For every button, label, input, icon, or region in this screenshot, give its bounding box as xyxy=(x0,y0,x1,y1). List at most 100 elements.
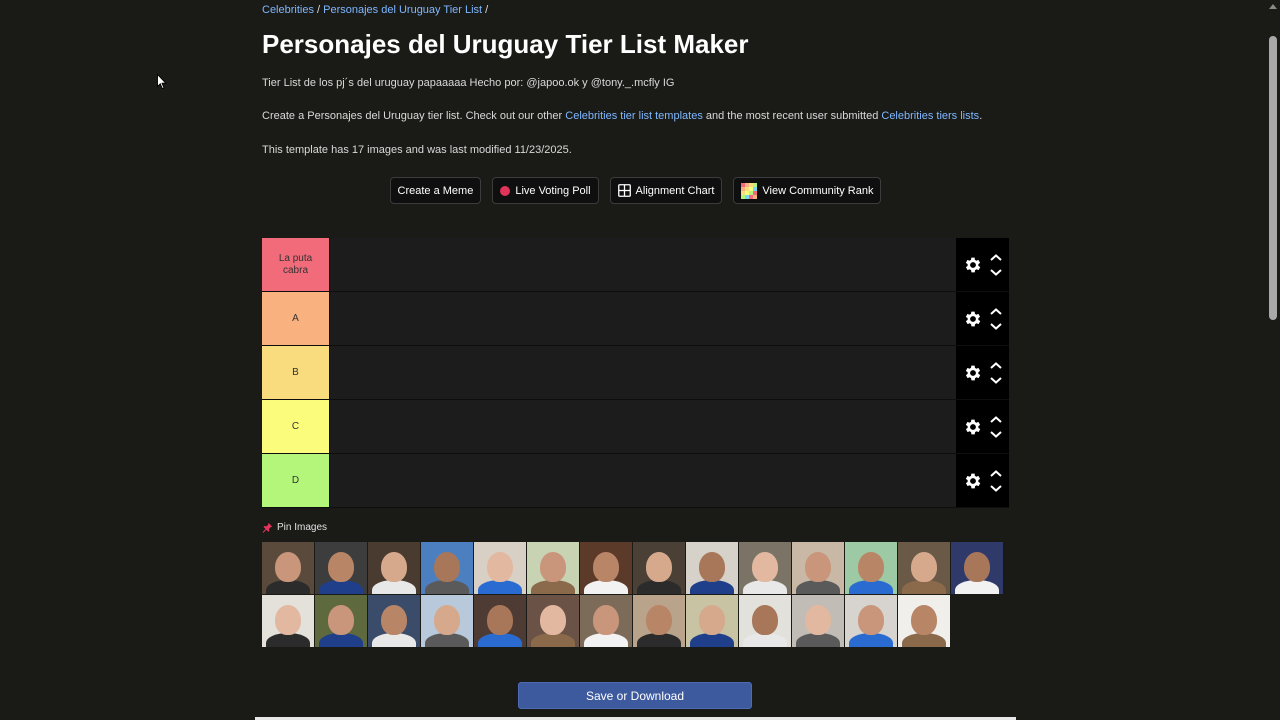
pin-images-toggle[interactable]: Pin Images xyxy=(262,522,327,533)
photo-shape xyxy=(699,605,725,635)
photo-shape xyxy=(796,633,840,647)
tier-move-arrows xyxy=(989,361,1003,385)
photo-shape xyxy=(902,633,946,647)
pool-image[interactable] xyxy=(580,595,632,647)
pool-image[interactable] xyxy=(474,542,526,594)
tier-label[interactable]: A xyxy=(262,292,329,345)
tier-drop-zone[interactable] xyxy=(329,400,956,453)
chevron-up-icon[interactable] xyxy=(989,307,1003,317)
tier-drop-zone[interactable] xyxy=(329,454,956,507)
photo-shape xyxy=(637,633,681,647)
photo-shape xyxy=(752,605,778,635)
tier-label[interactable]: D xyxy=(262,454,329,507)
view-community-rank-button[interactable]: View Community Rank xyxy=(733,177,882,204)
pin-images-label: Pin Images xyxy=(277,522,328,533)
tier-move-arrows xyxy=(989,469,1003,493)
scrollbar-thumb[interactable] xyxy=(1269,36,1277,320)
photo-shape xyxy=(478,633,522,647)
tier-drop-zone[interactable] xyxy=(329,292,956,345)
pool-image[interactable] xyxy=(368,595,420,647)
photo-shape xyxy=(381,605,407,635)
celebrities-tierlists-link[interactable]: Celebrities tiers lists xyxy=(881,110,979,122)
pool-image[interactable] xyxy=(633,542,685,594)
tier-drop-zone[interactable] xyxy=(329,346,956,399)
pool-image[interactable] xyxy=(951,542,1003,594)
gear-icon[interactable] xyxy=(963,417,983,437)
chevron-down-icon[interactable] xyxy=(989,321,1003,331)
pool-image[interactable] xyxy=(792,542,844,594)
pool-image[interactable] xyxy=(368,542,420,594)
pool-image[interactable] xyxy=(421,595,473,647)
photo-shape xyxy=(584,580,628,594)
live-voting-poll-button[interactable]: Live Voting Poll xyxy=(492,177,599,204)
photo-shape xyxy=(743,580,787,594)
chevron-up-icon[interactable] xyxy=(989,415,1003,425)
photo-shape xyxy=(319,633,363,647)
chevron-down-icon[interactable] xyxy=(989,483,1003,493)
chevron-up-icon[interactable] xyxy=(989,253,1003,263)
pool-image[interactable] xyxy=(527,542,579,594)
gear-icon[interactable] xyxy=(963,255,983,275)
pool-image[interactable] xyxy=(315,595,367,647)
photo-shape xyxy=(275,605,301,635)
photo-shape xyxy=(319,580,363,594)
pool-image[interactable] xyxy=(315,542,367,594)
pool-image[interactable] xyxy=(845,595,897,647)
tier-row: B xyxy=(262,346,1009,400)
alignment-chart-label: Alignment Chart xyxy=(635,184,715,197)
tier-label[interactable]: La puta cabra xyxy=(262,238,329,291)
photo-shape xyxy=(911,552,937,582)
live-voting-poll-label: Live Voting Poll xyxy=(515,184,591,197)
photo-shape xyxy=(593,552,619,582)
pool-image[interactable] xyxy=(580,542,632,594)
pool-image[interactable] xyxy=(739,542,791,594)
photo-shape xyxy=(425,580,469,594)
scroll-up-arrow-icon[interactable] xyxy=(1269,4,1277,9)
celebrities-templates-link[interactable]: Celebrities tier list templates xyxy=(565,110,703,122)
photo-shape xyxy=(328,552,354,582)
pool-image[interactable] xyxy=(421,542,473,594)
pool-image[interactable] xyxy=(845,542,897,594)
pool-image[interactable] xyxy=(633,595,685,647)
pool-image[interactable] xyxy=(898,542,950,594)
chevron-up-icon[interactable] xyxy=(989,469,1003,479)
tier-controls xyxy=(956,400,1009,453)
create-info-text: and the most recent user submitted xyxy=(702,110,882,122)
breadcrumb-tierlist-link[interactable]: Personajes del Uruguay Tier List xyxy=(323,4,482,16)
gear-icon[interactable] xyxy=(963,471,983,491)
chevron-up-icon[interactable] xyxy=(989,361,1003,371)
photo-shape xyxy=(425,633,469,647)
chevron-down-icon[interactable] xyxy=(989,267,1003,277)
photo-shape xyxy=(584,633,628,647)
breadcrumb-celebrities-link[interactable]: Celebrities xyxy=(262,4,314,16)
record-dot-icon xyxy=(500,185,511,196)
create-meme-button[interactable]: Create a Meme xyxy=(389,177,482,204)
page-description: Tier List de los pj´s del uruguay papaaa… xyxy=(262,77,675,89)
tier-drop-zone[interactable] xyxy=(329,238,956,291)
save-download-button[interactable]: Save or Download xyxy=(518,682,752,709)
pool-image[interactable] xyxy=(474,595,526,647)
pool-image[interactable] xyxy=(792,595,844,647)
scrollbar[interactable] xyxy=(1266,0,1280,720)
chevron-down-icon[interactable] xyxy=(989,375,1003,385)
alignment-chart-button[interactable]: Alignment Chart xyxy=(609,177,723,204)
chevron-down-icon[interactable] xyxy=(989,429,1003,439)
photo-shape xyxy=(646,552,672,582)
gear-icon[interactable] xyxy=(963,363,983,383)
tier-row: La puta cabra xyxy=(262,238,1009,292)
pool-image[interactable] xyxy=(686,595,738,647)
pool-image[interactable] xyxy=(527,595,579,647)
tier-row: D xyxy=(262,454,1009,508)
photo-shape xyxy=(381,552,407,582)
page-title: Personajes del Uruguay Tier List Maker xyxy=(262,29,749,59)
tier-label[interactable]: C xyxy=(262,400,329,453)
pool-image[interactable] xyxy=(898,595,950,647)
pool-image[interactable] xyxy=(686,542,738,594)
tier-label[interactable]: B xyxy=(262,346,329,399)
pool-image[interactable] xyxy=(262,542,314,594)
photo-shape xyxy=(531,633,575,647)
gear-icon[interactable] xyxy=(963,309,983,329)
pool-image[interactable] xyxy=(739,595,791,647)
tier-table: La puta cabra A B C D xyxy=(262,238,1009,508)
pool-image[interactable] xyxy=(262,595,314,647)
